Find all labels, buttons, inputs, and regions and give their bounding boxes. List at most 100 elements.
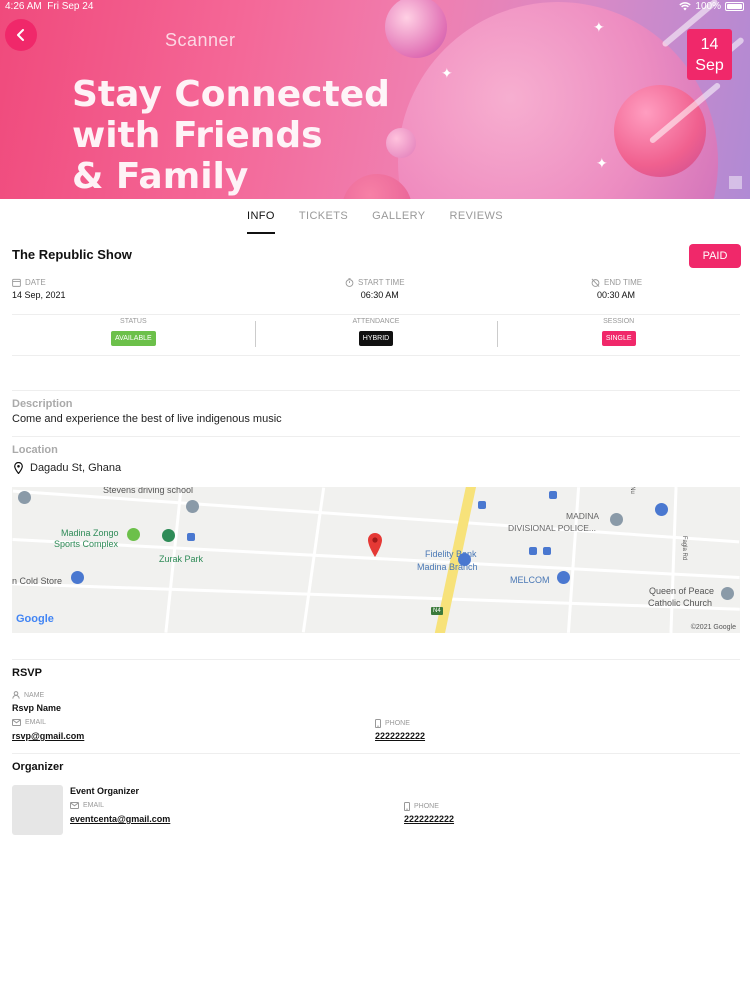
phone-icon	[375, 719, 381, 728]
map-street	[566, 487, 581, 633]
divider	[12, 314, 740, 315]
back-button[interactable]	[5, 19, 37, 51]
map-label: MADINA	[566, 511, 600, 521]
phone-icon	[404, 802, 410, 811]
wifi-icon	[679, 2, 692, 11]
divider	[12, 390, 740, 391]
email-icon	[70, 802, 79, 809]
tab-info[interactable]: INFO	[246, 199, 275, 234]
church-icon	[721, 587, 734, 600]
chevron-left-icon	[17, 29, 24, 41]
session-badge-group: SESSION SINGLE	[497, 318, 740, 350]
event-date: DATE 14 Sep, 2021	[12, 278, 66, 300]
police-icon	[610, 513, 623, 526]
place-icon	[18, 491, 31, 504]
map-label: DIVISIONAL POLICE...	[508, 523, 597, 533]
shop-icon	[71, 571, 84, 584]
banner-headline-line: with Friends	[72, 115, 323, 156]
map-label: Stevens driving school	[103, 487, 194, 495]
calendar-icon	[12, 278, 21, 287]
bus-stop-icon	[187, 533, 195, 541]
battery-icon	[725, 2, 744, 11]
date-label: DATE	[12, 278, 66, 287]
rsvp-phone-link[interactable]: 2222222222	[375, 731, 425, 741]
map-label: Queen of Peace	[649, 586, 715, 596]
start-time-value: 06:30 AM	[360, 290, 399, 300]
start-time-label: START TIME	[345, 278, 405, 287]
organizer-email-link[interactable]: eventcenta@gmail.com	[70, 814, 170, 824]
status-indicators: 100%	[679, 1, 744, 12]
organizer-title: Organizer	[12, 761, 64, 773]
sparkle-icon: ✦	[593, 20, 605, 36]
map-label: MELCOM	[510, 575, 550, 585]
bus-stop-icon	[543, 547, 551, 555]
description-label: Description	[12, 398, 73, 410]
battery-percent: 100%	[695, 1, 721, 12]
map-street	[669, 487, 678, 633]
status-bar: 4:26 AM Fri Sep 24 100%	[0, 0, 750, 14]
park-pin-icon	[162, 529, 175, 542]
banner-indicator	[729, 176, 742, 189]
location-label: Location	[12, 444, 58, 456]
banner-headline: Stay Connected with Friends & Family	[72, 74, 412, 197]
email-icon	[12, 719, 21, 726]
person-icon	[12, 691, 20, 699]
map-copyright: ©2021 Google	[690, 624, 736, 631]
description-text: Come and experience the best of live ind…	[12, 413, 282, 425]
session-badge: SINGLE	[601, 331, 636, 346]
map-street	[12, 582, 740, 611]
map-label: Zurak Park	[159, 554, 204, 564]
location-map[interactable]: Stevens driving school Madina Zongo Spor…	[12, 487, 740, 633]
google-logo: Google	[16, 613, 54, 625]
event-date-badge: 14 Sep	[687, 29, 732, 80]
status-badge: AVAILABLE	[110, 331, 156, 346]
divider	[12, 355, 740, 356]
session-label: SESSION	[603, 318, 635, 325]
attendance-label: ATTENDANCE	[352, 318, 400, 325]
status-time: 4:26 AM Fri Sep 24	[5, 1, 94, 12]
tab-bar: INFO TICKETS GALLERY REVIEWS	[0, 199, 750, 236]
attendance-badge: HYBRID	[358, 331, 394, 346]
place-icon	[186, 500, 199, 513]
map-pin-icon	[14, 462, 23, 474]
tab-reviews[interactable]: REVIEWS	[449, 199, 503, 234]
event-banner: ✦ ✦ ✦ Scanner Stay Connected with Friend…	[0, 0, 750, 199]
banner-headline-line: & Family	[72, 156, 249, 197]
organizer-phone-label: PHONE	[404, 802, 439, 811]
location-address: Dagadu St, Ghana	[14, 462, 121, 474]
divider	[12, 436, 740, 437]
tab-tickets[interactable]: TICKETS	[299, 199, 348, 234]
sparkle-icon: ✦	[596, 156, 608, 172]
rsvp-email-label: EMAIL	[12, 719, 46, 726]
status-badge-group: STATUS AVAILABLE	[12, 318, 255, 350]
map-label: n Cold Store	[12, 576, 63, 586]
date-value: 14 Sep, 2021	[12, 290, 66, 300]
banner-kicker: Scanner	[165, 30, 236, 50]
rsvp-email-link[interactable]: rsvp@gmail.com	[12, 731, 84, 741]
location-pin-icon	[368, 533, 382, 557]
event-date-day: 14	[700, 36, 719, 53]
rsvp-title: RSVP	[12, 667, 42, 679]
event-date-month: Sep	[695, 57, 724, 74]
organizer-phone-link[interactable]: 2222222222	[404, 814, 454, 824]
road-marker: N4	[431, 607, 443, 615]
shop-icon	[655, 503, 668, 516]
map-label: Madina Zongo	[61, 528, 119, 538]
rsvp-name-value: Rsvp Name	[12, 703, 62, 713]
bus-stop-icon	[529, 547, 537, 555]
paid-button[interactable]: PAID	[689, 244, 741, 268]
tab-gallery[interactable]: GALLERY	[372, 199, 425, 234]
map-label: Catholic Church	[648, 598, 713, 608]
map-label: Nu	[628, 487, 635, 494]
map-label: Fagla Rd	[681, 535, 688, 561]
event-end-time: END TIME 00:30 AM	[591, 278, 642, 300]
bus-stop-icon	[549, 491, 557, 499]
organizer-email-label: EMAIL	[70, 802, 104, 809]
attendance-badge-group: ATTENDANCE HYBRID	[254, 318, 498, 350]
map-label: Sports Complex	[54, 539, 119, 549]
sparkle-icon: ✦	[441, 66, 453, 82]
banner-headline-line: Stay Connected	[72, 74, 390, 115]
park-icon	[127, 528, 140, 541]
shop-icon	[557, 571, 570, 584]
end-time-value: 00:30 AM	[597, 290, 636, 300]
